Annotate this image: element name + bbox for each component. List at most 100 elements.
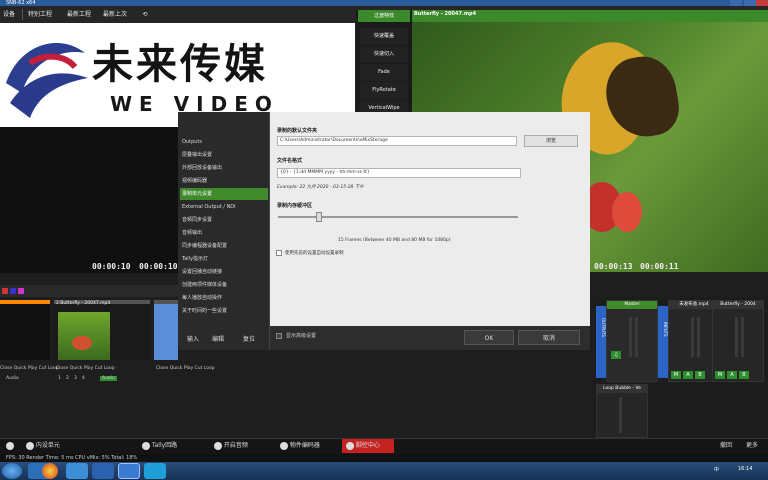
auto-settings-checkbox[interactable]: [276, 250, 282, 256]
input-num-4[interactable]: 4: [82, 376, 85, 381]
browser-icon[interactable]: [144, 463, 166, 479]
nav-item-replay-link[interactable]: 设置回播自动链接: [182, 266, 222, 278]
audio-channel-master[interactable]: Master ♫: [606, 300, 658, 382]
advanced-label: 显示高级设置: [286, 333, 317, 339]
nav-item-media-device[interactable]: 创建两项件媒体设备: [182, 279, 227, 291]
nav-item-outputs[interactable]: Outputs: [182, 136, 202, 148]
qq-icon[interactable]: [66, 463, 88, 479]
nav-item-external-playback[interactable]: 外部回放设备输出: [182, 162, 222, 174]
transition-header: 过渡特效: [358, 10, 410, 22]
nav-item-tally[interactable]: Tally指示灯: [182, 253, 208, 265]
loop-meter: [619, 397, 622, 433]
logo-swirl-icon: [6, 43, 88, 118]
thumbnail-flower: [72, 336, 92, 350]
master-headphone-button[interactable]: ♫: [611, 351, 621, 359]
footer-reset-button[interactable]: 复位: [243, 334, 255, 343]
bottom-right-undo[interactable]: 撤回: [720, 440, 732, 452]
logo-chinese-text: 未来传媒: [92, 40, 268, 88]
bottom-item-tally[interactable]: Tally回路: [142, 440, 177, 452]
color-swatch-red[interactable]: [2, 288, 8, 294]
nav-item-overlay-output[interactable]: 层叠输出设置: [182, 149, 212, 161]
input-tile-1[interactable]: [0, 300, 50, 360]
audio-channel-3[interactable]: Butterfly - 2004 M A B: [712, 300, 764, 382]
ok-button[interactable]: OK: [464, 330, 514, 345]
bottom-item-1[interactable]: 内设单元: [26, 440, 60, 452]
refresh-icon[interactable]: ⟲: [140, 6, 150, 23]
browse-button[interactable]: 浏览: [524, 135, 578, 147]
bottom-item-encoder[interactable]: 物件编码器: [280, 440, 320, 452]
input-language[interactable]: 中: [714, 466, 719, 473]
outputs-side-tab[interactable]: [596, 306, 606, 378]
channel-2-b-button[interactable]: B: [695, 371, 705, 379]
start-button[interactable]: [2, 463, 22, 479]
transition-button-1[interactable]: 快速覆盖: [360, 28, 408, 45]
channel-2-mute-button[interactable]: M: [671, 371, 681, 379]
input-num-1[interactable]: 1: [58, 376, 61, 381]
chrome-icon[interactable]: [42, 463, 58, 479]
status-text: FPS: 30 Render Time: 5 ms CPU vMix: 5% T…: [6, 455, 138, 461]
format-value: {0} - {1:dd MMMM yyyy - hh-mm-ss tt}: [280, 170, 370, 175]
menu-item-special-project[interactable]: 特别工程: [28, 6, 52, 23]
bottom-item-audio[interactable]: 开启音频: [214, 440, 248, 452]
clock[interactable]: 16:14: [738, 466, 752, 472]
bottom-item-encoder-label: 物件编码器: [289, 442, 320, 449]
channel-3-mute-button[interactable]: M: [715, 371, 725, 379]
format-label: 文件名格式: [277, 158, 303, 164]
nav-item-recording[interactable]: 录制单元设置: [180, 188, 268, 200]
bottom-right-more[interactable]: 更多: [746, 440, 758, 452]
buffer-slider-track[interactable]: [278, 216, 518, 218]
input-tile-2[interactable]: [54, 300, 150, 360]
input-num-3[interactable]: 3: [74, 376, 77, 381]
channel-3-meter-2: [741, 317, 744, 357]
settings-gear-icon[interactable]: [6, 440, 14, 452]
footer-input-button[interactable]: 输入: [187, 334, 199, 343]
buffer-label: 录制内存缓冲区: [277, 203, 313, 209]
output-title: Butterfly - 20047.mp4: [414, 11, 477, 17]
nav-item-auto-play[interactable]: 每人播放自动操作: [182, 292, 222, 304]
channel-2-a-button[interactable]: A: [683, 371, 693, 379]
master-label: Master: [607, 301, 657, 309]
buffer-slider-thumb[interactable]: [316, 212, 322, 222]
buffer-readout: 15 Frames (Between 40 MB and 80 MB for 1…: [338, 238, 451, 243]
outputs-side-label: OUTPUTS: [601, 318, 606, 337]
channel-3-a-button[interactable]: A: [727, 371, 737, 379]
transition-fade-button[interactable]: Fade: [360, 64, 408, 81]
bottom-item-record[interactable]: 脚控中心: [346, 440, 380, 452]
input-controls-3[interactable]: Close Quick Play Cut Loop: [156, 366, 215, 371]
nav-item-sync-programmer[interactable]: 同步编程器设备配置: [182, 240, 227, 252]
input-audio-2[interactable]: Audio: [100, 376, 117, 381]
channel-3-b-button[interactable]: B: [739, 371, 749, 379]
menu-item-last[interactable]: 最新上次: [103, 6, 127, 23]
input-audio-1[interactable]: Audio: [6, 376, 19, 381]
menu-item-settings[interactable]: 设备: [3, 6, 15, 23]
nav-item-external-output-ndi[interactable]: External Output / NDI: [182, 201, 236, 213]
nav-item-time-settings[interactable]: 关于时间的一些设置: [182, 305, 227, 317]
input-controls-2[interactable]: Close Quick Play Cut Loop: [56, 366, 115, 371]
tally-icon: [142, 441, 150, 450]
input-tile-2-name: 2 Butterfly - 20047.mp4: [56, 301, 111, 306]
transition-button-2[interactable]: 快速切入: [360, 46, 408, 63]
nav-item-video-encoder[interactable]: 视频编码器: [182, 175, 207, 187]
color-swatch-blue[interactable]: [10, 288, 16, 294]
color-swatch-purple[interactable]: [18, 288, 24, 294]
nav-item-audio-output[interactable]: 音频输出: [182, 227, 202, 239]
footer-edit-button[interactable]: 编辑: [212, 334, 224, 343]
cancel-button[interactable]: 取消: [518, 330, 580, 345]
menu-item-latest-project[interactable]: 最新工程: [67, 6, 91, 23]
item-1-icon: [26, 441, 34, 450]
input-tile-3[interactable]: [154, 300, 178, 360]
preview-time-remaining: 00:00:10: [139, 262, 178, 271]
advanced-checkbox[interactable]: [276, 333, 282, 339]
inputs-side-tab[interactable]: [658, 306, 668, 378]
transition-flyrotate-button[interactable]: FlyRotate: [360, 82, 408, 99]
video-app-icon[interactable]: [92, 463, 114, 479]
vmix-icon[interactable]: [118, 463, 140, 479]
bottom-item-tally-label: Tally回路: [151, 442, 178, 449]
audio-channel-loop[interactable]: Loop Bubble - Ve: [596, 384, 648, 438]
input-controls-1[interactable]: Close Quick Play Cut Loop: [0, 366, 59, 371]
bottom-item-audio-label: 开启音频: [223, 442, 248, 449]
input-thumbnail-image: [58, 312, 110, 360]
input-num-2[interactable]: 2: [66, 376, 69, 381]
nav-item-audio-sync[interactable]: 音频同步设置: [182, 214, 212, 226]
preview-time-elapsed: 00:00:10: [92, 262, 131, 271]
